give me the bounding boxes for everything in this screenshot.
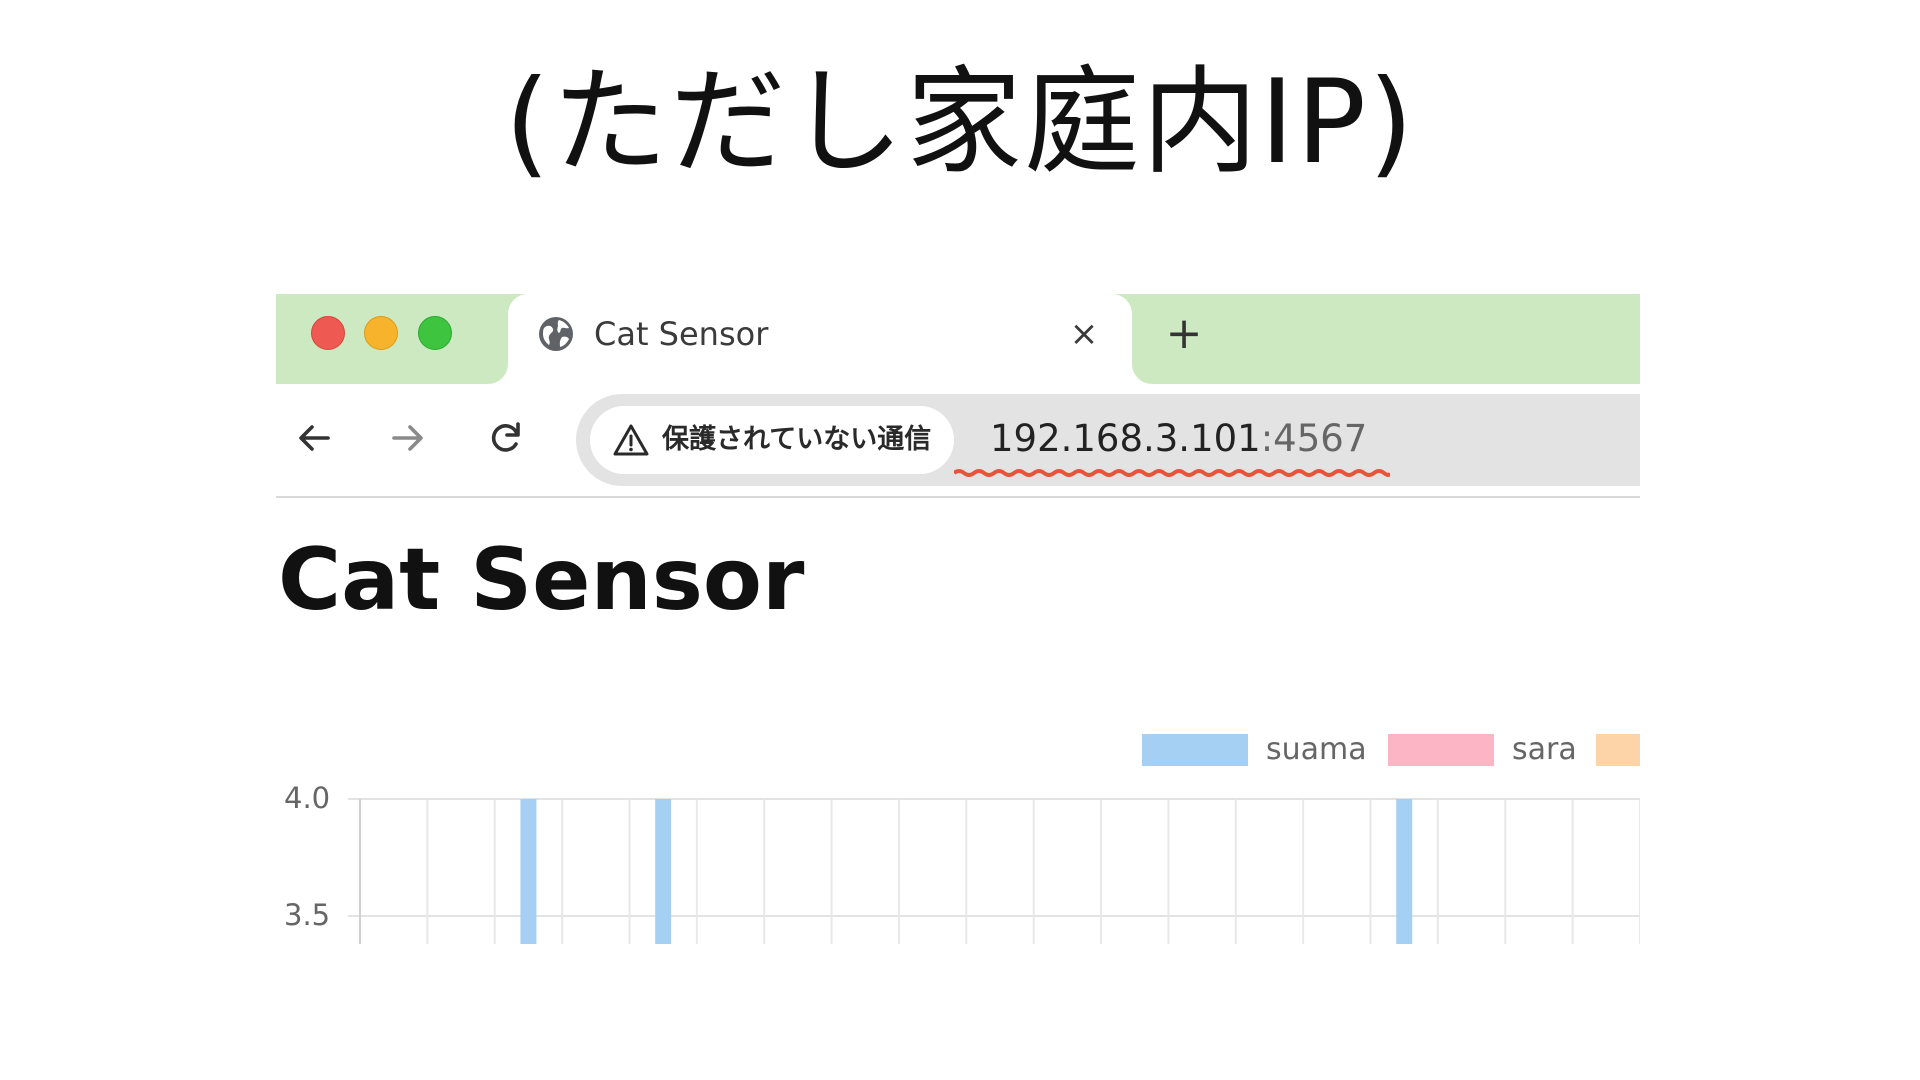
security-chip[interactable]: 保護されていない通信	[590, 406, 954, 474]
warning-triangle-icon	[613, 424, 649, 456]
chart-bar-suama[interactable]	[655, 799, 672, 944]
arrow-left-icon[interactable]	[290, 414, 338, 462]
minimize-window-button[interactable]	[364, 316, 398, 350]
globe-icon	[539, 317, 573, 351]
chart-plot	[348, 798, 1640, 944]
tab-cat-sensor[interactable]: Cat Sensor ×	[508, 294, 1132, 384]
tab-bar: Cat Sensor × +	[276, 294, 1640, 384]
close-window-button[interactable]	[311, 316, 345, 350]
arrow-right-icon[interactable]	[384, 414, 432, 462]
url-host: 192.168.3.101	[990, 417, 1261, 460]
highlight-underline	[954, 469, 1390, 477]
reload-icon[interactable]	[482, 414, 530, 462]
chart-bar-suama[interactable]	[1396, 799, 1413, 944]
new-tab-button[interactable]: +	[1162, 312, 1206, 356]
tab-title: Cat Sensor	[594, 315, 769, 353]
page-heading: Cat Sensor	[278, 530, 805, 630]
security-label: 保護されていない通信	[662, 424, 932, 455]
chart: suama sara 4.0 3.5	[276, 732, 1640, 944]
slide-title: (ただし家庭内IP)	[504, 55, 1416, 190]
address-bar[interactable]: 保護されていない通信 192.168.3.101:4567	[576, 394, 1640, 486]
slide: (ただし家庭内IP) Cat Sensor × + 保護されていない通信 192…	[0, 0, 1920, 1080]
zoom-window-button[interactable]	[418, 316, 452, 350]
url-text[interactable]: 192.168.3.101:4567	[990, 414, 1367, 464]
close-icon[interactable]: ×	[1064, 314, 1104, 354]
toolbar: 保護されていない通信 192.168.3.101:4567	[276, 384, 1640, 498]
browser-window: Cat Sensor × + 保護されていない通信 192.168.3.101:…	[276, 294, 1640, 944]
chart-bar-suama[interactable]	[520, 799, 537, 944]
url-port: :4567	[1260, 417, 1368, 460]
